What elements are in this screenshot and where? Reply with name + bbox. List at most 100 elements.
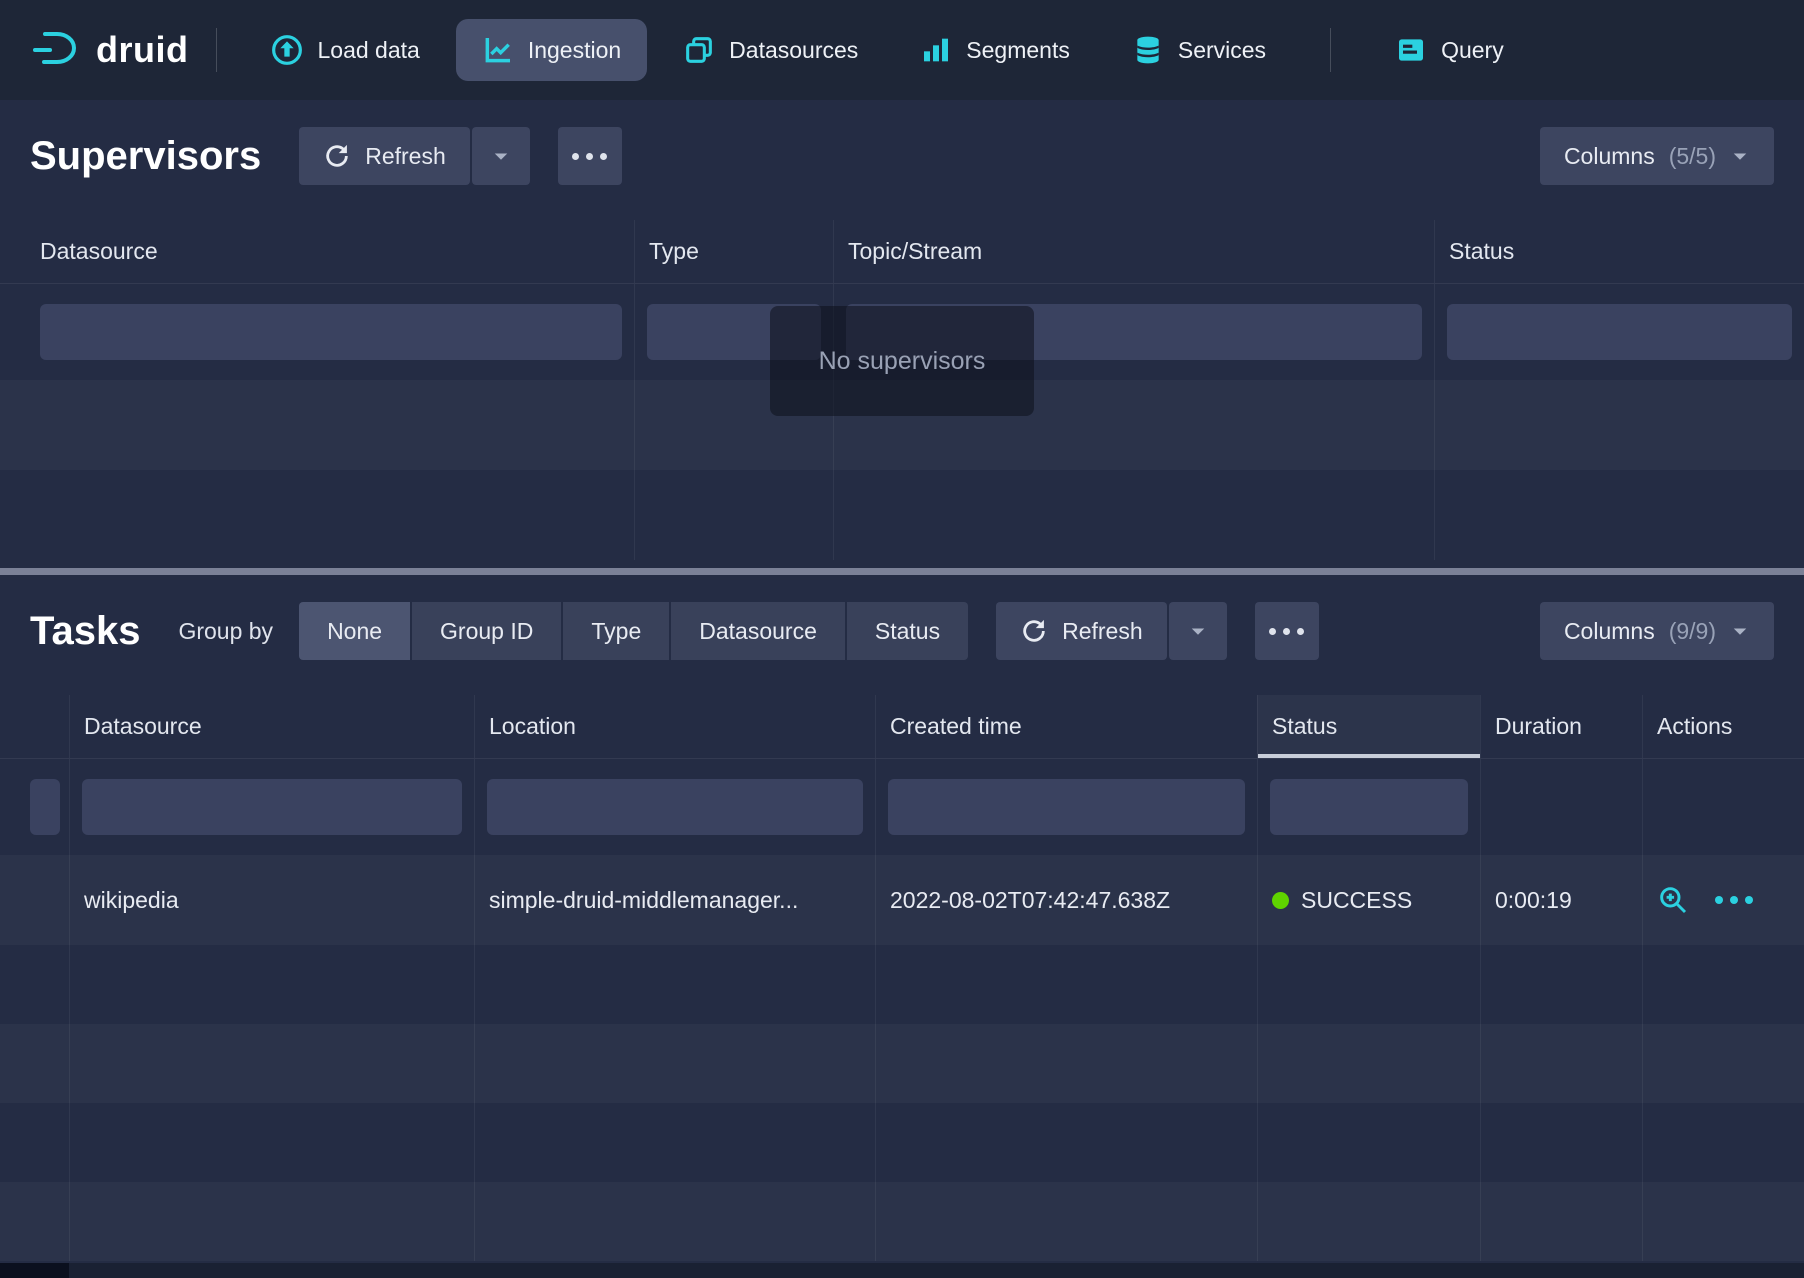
column-header-created-time[interactable]: Created time (875, 695, 1257, 758)
tasks-refresh-button[interactable]: Refresh (996, 602, 1167, 660)
nav-segments[interactable]: Segments (894, 19, 1096, 81)
services-icon (1132, 34, 1164, 66)
chevron-down-icon (491, 146, 511, 166)
group-by-status-button[interactable]: Status (847, 602, 968, 660)
supervisors-header-row: Datasource Type Topic/Stream Status (0, 220, 1804, 284)
supervisors-controls: Supervisors Refresh Columns (5/5) (0, 126, 1804, 186)
logo-text: druid (96, 29, 188, 71)
tasks-empty-row (0, 1024, 1804, 1103)
upload-icon (271, 34, 303, 66)
task-datasource: wikipedia (69, 855, 474, 945)
nav-services[interactable]: Services (1106, 19, 1292, 81)
task-status: SUCCESS (1257, 855, 1480, 945)
columns-count: (5/5) (1669, 143, 1716, 170)
supervisors-table: Datasource Type Topic/Stream Status No s… (0, 220, 1804, 560)
column-header-duration[interactable]: Duration (1480, 695, 1642, 758)
columns-count: (9/9) (1669, 618, 1716, 645)
tasks-empty-row (0, 1182, 1804, 1261)
columns-label: Columns (1564, 143, 1655, 170)
top-navigation: druid Load data Ingestion (0, 0, 1804, 100)
tasks-table: Datasource Location Created time Status … (0, 695, 1804, 1261)
supervisors-refresh-button[interactable]: Refresh (299, 127, 470, 185)
group-by-label: Group by (178, 618, 273, 645)
column-header-datasource[interactable]: Datasource (69, 695, 474, 758)
supervisors-title: Supervisors (30, 134, 261, 179)
column-header-topic-stream[interactable]: Topic/Stream (833, 220, 1434, 283)
refresh-icon (1020, 617, 1048, 645)
supervisors-filter-row (0, 284, 1804, 380)
task-location: simple-druid-middlemanager... (474, 855, 875, 945)
column-header-status[interactable]: Status (1434, 220, 1804, 283)
main-nav: Load data Ingestion Datasources (245, 19, 1529, 81)
search-plus-icon[interactable] (1657, 884, 1689, 916)
scrollbar-corner (0, 1263, 69, 1278)
column-header-location[interactable]: Location (474, 695, 875, 758)
datasources-icon (683, 34, 715, 66)
chevron-down-icon (1730, 146, 1750, 166)
nav-load-data[interactable]: Load data (245, 19, 445, 81)
task-actions (1642, 855, 1804, 945)
supervisors-empty-row (0, 380, 1804, 470)
supervisors-columns-button[interactable]: Columns (5/5) (1540, 127, 1774, 185)
tasks-filter-datasource[interactable] (82, 779, 462, 835)
nav-divider (216, 28, 217, 72)
column-header-blank (0, 695, 69, 758)
chevron-down-icon (1730, 621, 1750, 641)
group-by-type-button[interactable]: Type (563, 602, 669, 660)
task-duration: 0:00:19 (1480, 855, 1642, 945)
nav-label: Query (1441, 37, 1504, 64)
tasks-refresh-interval-button[interactable] (1169, 602, 1227, 660)
tasks-more-button[interactable] (1255, 602, 1319, 660)
column-header-actions[interactable]: Actions (1642, 695, 1804, 758)
more-icon (572, 153, 607, 160)
horizontal-scrollbar[interactable] (0, 1263, 1804, 1278)
column-header-datasource[interactable]: Datasource (0, 220, 634, 283)
tasks-columns-button[interactable]: Columns (9/9) (1540, 602, 1774, 660)
tasks-empty-row (0, 1103, 1804, 1182)
tasks-filter-location[interactable] (487, 779, 863, 835)
supervisors-filter-topic-stream[interactable] (846, 304, 1422, 360)
success-dot-icon (1272, 892, 1289, 909)
supervisors-filter-status[interactable] (1447, 304, 1792, 360)
supervisors-filter-datasource[interactable] (40, 304, 622, 360)
tasks-empty-row (0, 945, 1804, 1024)
group-by-group-id-button[interactable]: Group ID (412, 602, 561, 660)
druid-logo-icon (30, 26, 82, 74)
supervisors-empty-row (0, 470, 1804, 560)
supervisors-filter-type[interactable] (647, 304, 821, 360)
nav-query[interactable]: Query (1369, 19, 1530, 81)
tasks-header-row: Datasource Location Created time Status … (0, 695, 1804, 759)
tasks-filter-hidden-column[interactable] (30, 779, 60, 835)
group-by-datasource-button[interactable]: Datasource (671, 602, 845, 660)
segments-icon (920, 34, 952, 66)
nav-label: Services (1178, 37, 1266, 64)
nav-label: Datasources (729, 37, 858, 64)
more-icon (1269, 628, 1304, 635)
druid-logo[interactable]: druid (30, 26, 188, 74)
tasks-filter-status[interactable] (1270, 779, 1468, 835)
task-row-wikipedia[interactable]: wikipedia simple-druid-middlemanager... … (0, 855, 1804, 945)
supervisors-refresh-interval-button[interactable] (472, 127, 530, 185)
nav-datasources[interactable]: Datasources (657, 19, 884, 81)
supervisors-more-button[interactable] (558, 127, 622, 185)
nav-label: Ingestion (528, 37, 621, 64)
tasks-filter-created-time[interactable] (888, 779, 1245, 835)
column-header-status[interactable]: Status (1257, 695, 1480, 758)
column-header-type[interactable]: Type (634, 220, 833, 283)
splitter-handle[interactable] (0, 568, 1804, 575)
columns-label: Columns (1564, 618, 1655, 645)
group-by-none-button[interactable]: None (299, 602, 410, 660)
chevron-down-icon (1188, 621, 1208, 641)
refresh-icon (323, 142, 351, 170)
tasks-filter-row (0, 759, 1804, 855)
nav-ingestion[interactable]: Ingestion (456, 19, 647, 81)
task-status-label: SUCCESS (1301, 887, 1412, 914)
tasks-title: Tasks (30, 609, 140, 654)
nav-divider (1330, 28, 1331, 72)
nav-label: Segments (966, 37, 1070, 64)
query-icon (1395, 34, 1427, 66)
row-more-icon[interactable] (1715, 896, 1753, 904)
nav-label: Load data (317, 37, 419, 64)
group-by-button-group: None Group ID Type Datasource Status (299, 602, 968, 660)
ingestion-icon (482, 34, 514, 66)
